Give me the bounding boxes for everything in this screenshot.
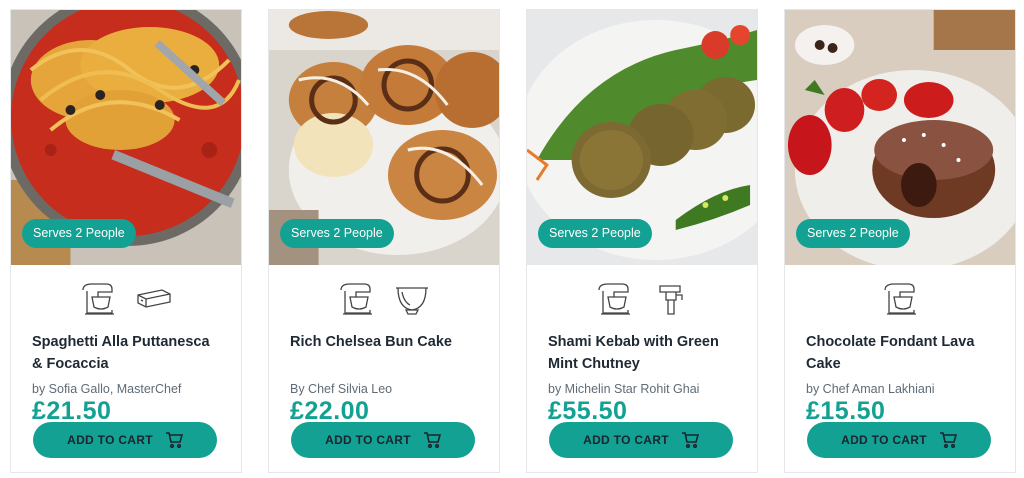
meat-grinder-icon xyxy=(650,280,690,318)
stand-mixer-icon xyxy=(594,280,634,318)
add-to-cart-button[interactable]: ADD TO CART xyxy=(549,422,733,458)
cart-icon xyxy=(681,431,699,449)
recipe-title[interactable]: Rich Chelsea Bun Cake xyxy=(290,331,478,375)
recipe-card[interactable]: Serves 2 People Shami Kebab with Green M… xyxy=(526,9,758,473)
appliance-list xyxy=(269,265,499,331)
recipe-price: £21.50 xyxy=(32,397,112,425)
chocolate-fondant-photo[interactable]: Serves 2 People xyxy=(785,10,1015,265)
cart-icon xyxy=(165,431,183,449)
recipe-card[interactable]: Serves 2 People Rich Chelsea Bun Cake By… xyxy=(268,9,500,473)
spaghetti-puttanesca-photo[interactable]: Serves 2 People xyxy=(11,10,241,265)
add-to-cart-label: ADD TO CART xyxy=(67,433,153,447)
appliance-list xyxy=(11,265,241,331)
recipe-card[interactable]: Serves 2 People Chocolate Fondant Lava C… xyxy=(784,9,1016,473)
recipe-price: £55.50 xyxy=(548,397,628,425)
recipe-title[interactable]: Shami Kebab with Green Mint Chutney xyxy=(548,331,736,375)
shami-kebab-photo[interactable]: Serves 2 People xyxy=(527,10,757,265)
recipe-price: £22.00 xyxy=(290,397,370,425)
recipe-author: by Chef Aman Lakhiani xyxy=(806,382,935,396)
recipe-card[interactable]: Serves 2 People Spaghetti Alla Puttanesc… xyxy=(10,9,242,473)
serves-badge: Serves 2 People xyxy=(796,219,910,248)
chelsea-bun-photo[interactable]: Serves 2 People xyxy=(269,10,499,265)
serves-badge: Serves 2 People xyxy=(280,219,394,248)
recipe-author: by Michelin Star Rohit Ghai xyxy=(548,382,700,396)
cart-icon xyxy=(423,431,441,449)
recipe-author: By Chef Silvia Leo xyxy=(290,382,393,396)
serves-badge: Serves 2 People xyxy=(22,219,136,248)
add-to-cart-label: ADD TO CART xyxy=(841,433,927,447)
recipe-price: £15.50 xyxy=(806,397,886,425)
cart-icon xyxy=(939,431,957,449)
appliance-list xyxy=(785,265,1015,331)
stand-mixer-icon xyxy=(880,280,920,318)
pasta-attachment-icon xyxy=(134,280,174,318)
stand-mixer-icon xyxy=(78,280,118,318)
recipe-title[interactable]: Spaghetti Alla Puttanesca & Focaccia xyxy=(32,331,220,375)
serves-badge: Serves 2 People xyxy=(538,219,652,248)
appliance-list xyxy=(527,265,757,331)
recipe-title[interactable]: Chocolate Fondant Lava Cake xyxy=(806,331,994,375)
add-to-cart-button[interactable]: ADD TO CART xyxy=(291,422,475,458)
add-to-cart-label: ADD TO CART xyxy=(325,433,411,447)
stand-mixer-icon xyxy=(336,280,376,318)
recipe-grid: Serves 2 People Spaghetti Alla Puttanesc… xyxy=(0,0,1024,478)
add-to-cart-button[interactable]: ADD TO CART xyxy=(807,422,991,458)
add-to-cart-label: ADD TO CART xyxy=(583,433,669,447)
recipe-author: by Sofia Gallo, MasterChef xyxy=(32,382,182,396)
mixing-bowl-icon xyxy=(392,280,432,318)
add-to-cart-button[interactable]: ADD TO CART xyxy=(33,422,217,458)
